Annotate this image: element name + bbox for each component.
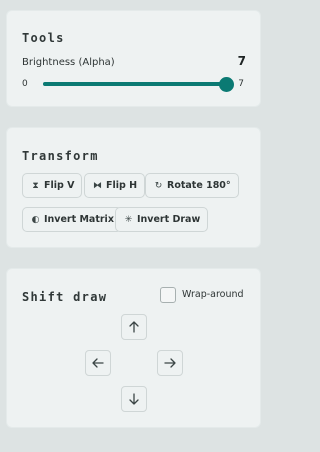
shift-up-button[interactable]	[121, 314, 147, 340]
brightness-max-label: 7	[238, 79, 244, 89]
brightness-row: Brightness (Alpha) 7	[22, 54, 246, 74]
rotate-icon: ↻	[154, 180, 163, 191]
invert-draw-label: Invert Draw	[137, 214, 201, 225]
shift-right-button[interactable]	[157, 350, 183, 376]
tools-title: Tools	[22, 31, 65, 45]
shift-draw-title: Shift draw	[22, 290, 108, 304]
arrow-left-icon	[92, 358, 104, 368]
flip-horizontal-icon: ⧓	[93, 180, 102, 191]
flip-vertical-icon: ⧗	[32, 180, 39, 191]
brightness-min-label: 0	[22, 79, 28, 89]
brightness-slider[interactable]	[43, 77, 234, 92]
shift-draw-panel: Shift draw Wrap-around	[6, 268, 261, 428]
transform-title: Transform	[22, 149, 99, 163]
flip-h-button[interactable]: ⧓ Flip H	[84, 173, 146, 198]
arrow-down-icon	[129, 393, 139, 405]
shift-down-button[interactable]	[121, 386, 147, 412]
flip-v-button[interactable]: ⧗ Flip V	[22, 173, 83, 198]
slider-thumb[interactable]	[219, 77, 234, 92]
shift-left-button[interactable]	[85, 350, 111, 376]
rotate-180-label: Rotate 180°	[167, 180, 231, 191]
transform-panel: Transform ⧗ Flip V ⧓ Flip H ↻ Rotate 180…	[6, 127, 261, 248]
sparkle-icon: ✳	[124, 214, 133, 225]
invert-draw-button[interactable]: ✳ Invert Draw	[115, 207, 209, 232]
wrap-around-checkbox[interactable]	[160, 287, 176, 303]
brightness-label: Brightness (Alpha)	[22, 57, 115, 68]
invert-matrix-label: Invert Matrix	[44, 214, 114, 225]
rotate-180-button[interactable]: ↻ Rotate 180°	[145, 173, 239, 198]
slider-fill	[43, 82, 227, 86]
arrow-up-icon	[129, 321, 139, 333]
flip-h-label: Flip H	[106, 180, 138, 191]
tools-panel: Tools Brightness (Alpha) 7 0 7	[6, 10, 261, 107]
flip-v-label: Flip V	[44, 180, 75, 191]
invert-matrix-button[interactable]: ◐ Invert Matrix	[22, 207, 122, 232]
arrow-right-icon	[164, 358, 176, 368]
contrast-icon: ◐	[31, 214, 40, 225]
wrap-around-label[interactable]: Wrap-around	[182, 289, 244, 300]
brightness-value: 7	[237, 54, 246, 68]
